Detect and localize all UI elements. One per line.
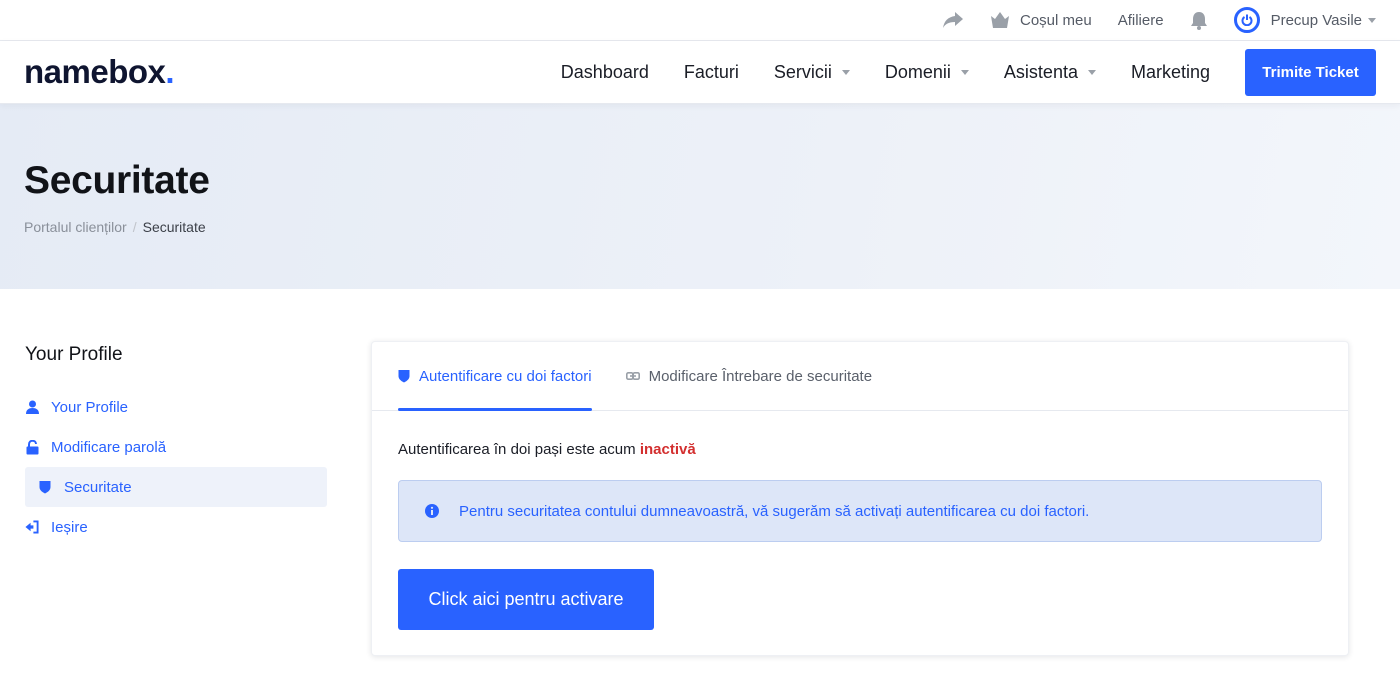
sign-out-icon [25, 520, 39, 534]
nav-servicii[interactable]: Servicii [774, 62, 850, 83]
chevron-down-icon [1368, 17, 1376, 23]
affiliate-link[interactable]: Afiliere [1118, 12, 1164, 29]
security-tabs: Autentificare cu doi factori Modificare … [372, 342, 1348, 411]
top-utility-bar: Coșul meu Afiliere Precup Vasile [0, 0, 1400, 41]
info-alert: Pentru securitatea contului dumneavoastr… [398, 480, 1322, 542]
notifications-button[interactable] [1190, 11, 1208, 30]
sidebar-item-change-password[interactable]: Modificare parolă [25, 427, 327, 467]
nav-domenii[interactable]: Domenii [885, 62, 969, 83]
nav-facturi[interactable]: Facturi [684, 62, 739, 83]
nav-marketing[interactable]: Marketing [1131, 62, 1210, 83]
status-badge: inactivă [639, 441, 696, 458]
chevron-down-icon [841, 69, 850, 75]
tab-label: Modificare Întrebare de securitate [648, 367, 873, 385]
nav-dashboard[interactable]: Dashboard [561, 62, 649, 83]
main-nav: Dashboard Facturi Servicii Domenii Asist… [526, 48, 1376, 96]
cart-link[interactable]: Coșul meu [990, 11, 1092, 29]
security-card: Autentificare cu doi factori Modificare … [371, 341, 1349, 656]
tab-two-factor-auth[interactable]: Autentificare cu doi factori [398, 342, 592, 411]
sidebar-item-label: Securitate [64, 478, 132, 496]
two-factor-status: Autentificarea în doi pași este acum ina… [398, 441, 1322, 458]
logo[interactable]: namebox. [24, 53, 175, 91]
link-icon [625, 371, 640, 381]
power-icon [1233, 7, 1260, 33]
main-navbar: namebox. Dashboard Facturi Servicii Dome… [0, 41, 1400, 104]
nav-label: Asistenta [1003, 61, 1078, 82]
user-menu[interactable]: Precup Vasile [1233, 7, 1376, 33]
shield-icon [398, 369, 410, 383]
share-button[interactable] [942, 11, 964, 29]
tab-label: Autentificare cu doi factori [419, 367, 592, 385]
nav-label: Dashboard [560, 61, 649, 82]
activate-2fa-button[interactable]: Click aici pentru activare [398, 569, 654, 630]
affiliate-label: Afiliere [1117, 11, 1164, 29]
sidebar-title: Your Profile [25, 344, 123, 365]
nav-label: Domenii [884, 61, 951, 82]
profile-sidebar: Your Profile Your Profile Modificare par… [25, 341, 327, 656]
sidebar-item-label: Modificare parolă [51, 438, 167, 456]
status-text: Autentificarea în doi pași este acum [398, 441, 636, 458]
breadcrumb-separator: / [132, 219, 137, 235]
nav-label: Marketing [1130, 61, 1210, 82]
sidebar-item-security[interactable]: Securitate [25, 467, 327, 507]
submit-ticket-button[interactable]: Trimite Ticket [1245, 48, 1376, 96]
basket-icon [991, 12, 1009, 28]
nav-asistenta[interactable]: Asistenta [1004, 62, 1096, 83]
tab-security-question[interactable]: Modificare Întrebare de securitate [625, 342, 873, 410]
info-icon [425, 504, 439, 518]
share-arrow-icon [943, 12, 963, 28]
page-title: Securitate [24, 159, 210, 202]
sidebar-item-logout[interactable]: Ieșire [25, 507, 327, 547]
sidebar-item-label: Your Profile [51, 398, 128, 416]
bell-icon [1190, 11, 1207, 30]
breadcrumb-current: Securitate [142, 219, 206, 235]
nav-label: Servicii [773, 61, 832, 82]
breadcrumb-home-link[interactable]: Portalul clienților [24, 219, 127, 235]
card-body: Autentificarea în doi pași este acum ina… [372, 411, 1348, 630]
breadcrumb: Portalul clienților / Securitate [24, 219, 1376, 235]
chevron-down-icon [960, 69, 969, 75]
user-name: Precup Vasile [1270, 11, 1362, 29]
user-icon [25, 400, 39, 414]
lock-icon [25, 439, 39, 455]
main-content: Your Profile Your Profile Modificare par… [0, 289, 1400, 656]
shield-icon [38, 480, 52, 494]
sidebar-item-your-profile[interactable]: Your Profile [25, 387, 327, 427]
sidebar-item-label: Ieșire [51, 518, 88, 536]
logo-dot: . [165, 53, 175, 90]
nav-label: Facturi [683, 61, 739, 82]
page-header: Securitate Portalul clienților / Securit… [0, 104, 1400, 289]
chevron-down-icon [1087, 69, 1096, 75]
cart-label: Coșul meu [1020, 11, 1092, 29]
alert-text: Pentru securitatea contului dumneavoastr… [459, 502, 1090, 520]
logo-text: namebox [24, 53, 166, 90]
